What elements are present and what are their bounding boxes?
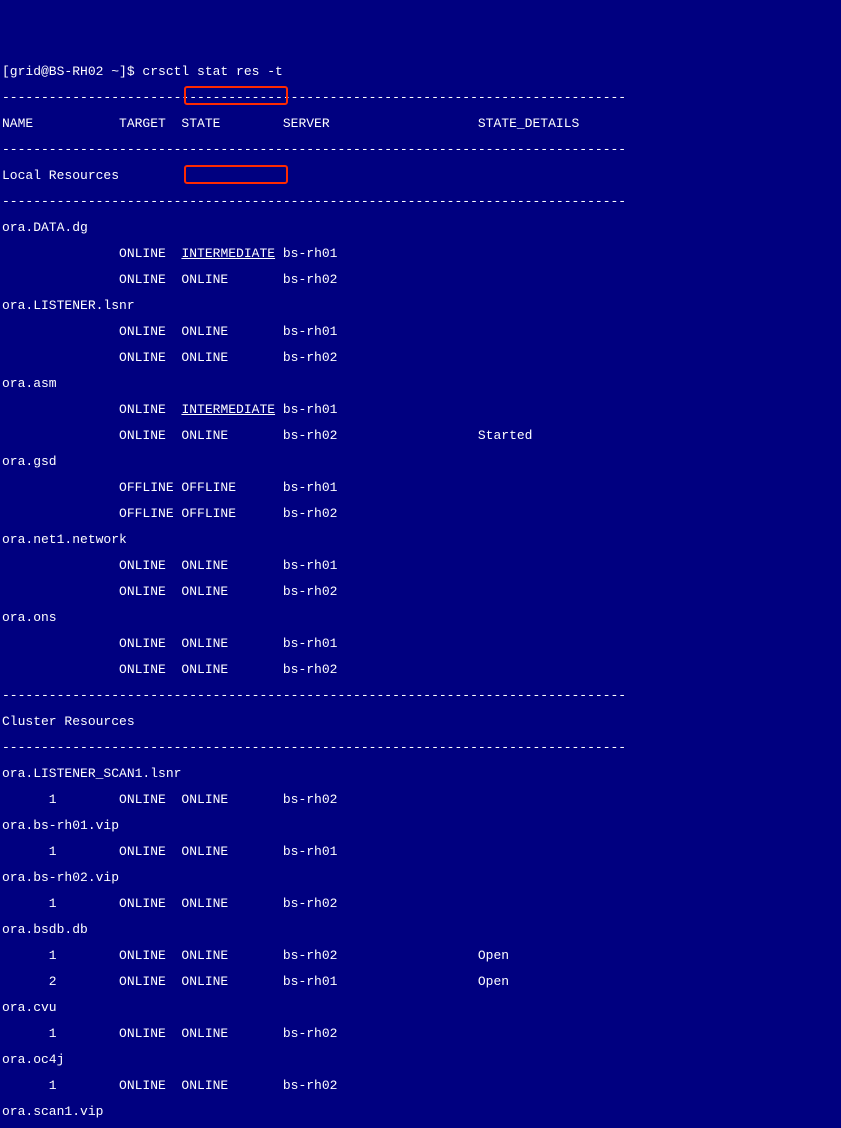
- resource-row: ONLINE ONLINE bs-rh02 Started: [2, 429, 839, 442]
- section-local-resources: Local Resources: [2, 169, 839, 182]
- terminal-output[interactable]: [grid@BS-RH02 ~]$ crsctl stat res -t ---…: [0, 52, 841, 1128]
- separator: ----------------------------------------…: [2, 689, 839, 702]
- separator: ----------------------------------------…: [2, 741, 839, 754]
- resource-name: ora.asm: [2, 377, 839, 390]
- resource-row: ONLINE ONLINE bs-rh02: [2, 663, 839, 676]
- resource-name: ora.bsdb.db: [2, 923, 839, 936]
- shell-prompt-command: [grid@BS-RH02 ~]$ crsctl stat res -t: [2, 65, 839, 78]
- resource-name: ora.LISTENER_SCAN1.lsnr: [2, 767, 839, 780]
- resource-row: ONLINE ONLINE bs-rh02: [2, 351, 839, 364]
- resource-name: ora.cvu: [2, 1001, 839, 1014]
- resource-name: ora.oc4j: [2, 1053, 839, 1066]
- cell-target: ONLINE: [2, 246, 181, 261]
- resource-row: 1 ONLINE ONLINE bs-rh01: [2, 845, 839, 858]
- resource-row: 1 ONLINE ONLINE bs-rh02: [2, 897, 839, 910]
- resource-row: ONLINE ONLINE bs-rh01: [2, 637, 839, 650]
- section-cluster-resources: Cluster Resources: [2, 715, 839, 728]
- separator: ----------------------------------------…: [2, 143, 839, 156]
- cell-state-intermediate: INTERMEDIATE: [181, 246, 275, 261]
- resource-row: 1 ONLINE ONLINE bs-rh02: [2, 793, 839, 806]
- resource-row: ONLINE INTERMEDIATE bs-rh01: [2, 403, 839, 416]
- separator: ----------------------------------------…: [2, 195, 839, 208]
- resource-row: 1 ONLINE ONLINE bs-rh02: [2, 1079, 839, 1092]
- resource-name: ora.LISTENER.lsnr: [2, 299, 839, 312]
- resource-row: ONLINE ONLINE bs-rh02: [2, 273, 839, 286]
- resource-row: ONLINE ONLINE bs-rh02: [2, 585, 839, 598]
- separator: ----------------------------------------…: [2, 91, 839, 104]
- resource-row: 1 ONLINE ONLINE bs-rh02 Open: [2, 949, 839, 962]
- resource-name: ora.net1.network: [2, 533, 839, 546]
- resource-row: 1 ONLINE ONLINE bs-rh02: [2, 1027, 839, 1040]
- resource-name: ora.gsd: [2, 455, 839, 468]
- resource-name: ora.ons: [2, 611, 839, 624]
- cell-state-intermediate: INTERMEDIATE: [181, 402, 275, 417]
- resource-row: OFFLINE OFFLINE bs-rh01: [2, 481, 839, 494]
- resource-row: ONLINE ONLINE bs-rh01: [2, 325, 839, 338]
- resource-name: ora.bs-rh02.vip: [2, 871, 839, 884]
- resource-name: ora.DATA.dg: [2, 221, 839, 234]
- resource-row: OFFLINE OFFLINE bs-rh02: [2, 507, 839, 520]
- cell-server: bs-rh01: [275, 402, 634, 417]
- column-headers: NAME TARGET STATE SERVER STATE_DETAILS: [2, 117, 839, 130]
- resource-name: ora.bs-rh01.vip: [2, 819, 839, 832]
- resource-row: ONLINE INTERMEDIATE bs-rh01: [2, 247, 839, 260]
- cell-server: bs-rh01: [275, 246, 634, 261]
- resource-name: ora.scan1.vip: [2, 1105, 839, 1118]
- cell-target: ONLINE: [2, 402, 181, 417]
- resource-row: 2 ONLINE ONLINE bs-rh01 Open: [2, 975, 839, 988]
- resource-row: ONLINE ONLINE bs-rh01: [2, 559, 839, 572]
